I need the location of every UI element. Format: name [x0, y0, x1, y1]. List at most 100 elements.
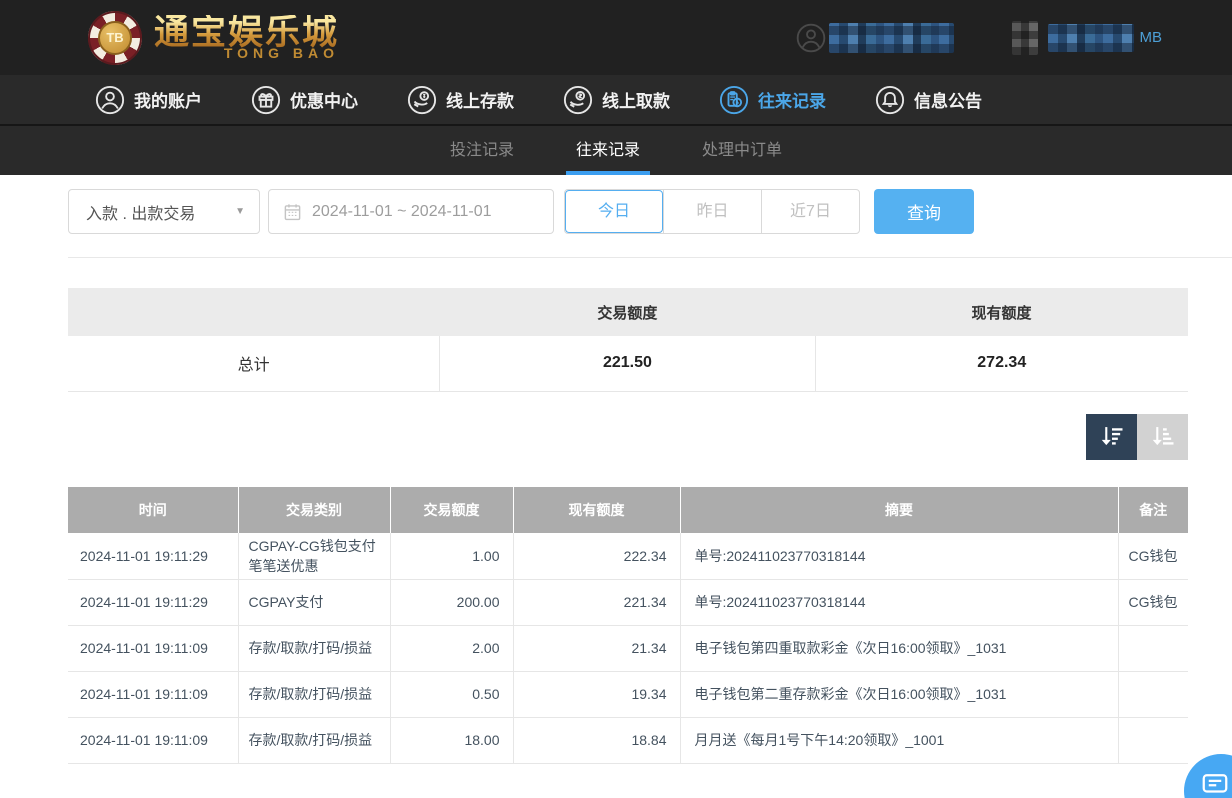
- table-header-row: 时间 交易类别 交易额度 现有额度 摘要 备注: [68, 487, 1188, 533]
- col-header-time: 时间: [68, 487, 238, 533]
- cell-type: 存款/取款/打码/损益: [238, 625, 390, 671]
- cell-note: [1118, 625, 1188, 671]
- deposit-icon: [407, 85, 437, 115]
- nav-item-announcements[interactable]: 信息公告: [875, 85, 982, 115]
- nav-label: 优惠中心: [290, 87, 358, 112]
- cell-amount: 200.00: [390, 579, 513, 625]
- nav-label: 往来记录: [758, 87, 826, 112]
- brand-title-en: TONG BAO: [154, 46, 339, 60]
- nav-label: 我的账户: [134, 87, 202, 112]
- section-divider: [68, 257, 1232, 258]
- summary-header-empty: [68, 288, 440, 336]
- bell-icon: [875, 85, 905, 115]
- table-row: 2024-11-01 19:11:09 存款/取款/打码/损益 18.00 18…: [68, 717, 1188, 763]
- col-header-balance: 现有额度: [513, 487, 680, 533]
- quick-range-yesterday[interactable]: 昨日: [663, 190, 761, 233]
- summary-total-label: 总计: [68, 336, 440, 391]
- nav-label: 线上存款: [446, 87, 514, 112]
- quick-range-last7days[interactable]: 近7日: [761, 190, 859, 233]
- cell-time: 2024-11-01 19:11:29: [68, 533, 238, 580]
- quick-range-group: 今日 昨日 近7日: [564, 189, 860, 234]
- cell-balance: 19.34: [513, 671, 680, 717]
- withdraw-icon: [563, 85, 593, 115]
- summary-table: 交易额度 现有额度 总计 221.50 272.34: [68, 288, 1188, 392]
- sort-descending-button[interactable]: [1086, 414, 1137, 460]
- sort-ascending-button[interactable]: [1137, 414, 1188, 460]
- cell-type: CGPAY支付: [238, 579, 390, 625]
- nav-item-promotions[interactable]: 优惠中心: [251, 85, 358, 115]
- top-header: TB 通宝娱乐城 TONG BAO MB: [0, 0, 1232, 75]
- tab-pending-orders[interactable]: 处理中订单: [688, 126, 796, 175]
- cell-amount: 18.00: [390, 717, 513, 763]
- summary-balance-total: 272.34: [815, 336, 1188, 391]
- cell-time: 2024-11-01 19:11:09: [68, 717, 238, 763]
- nav-item-online-deposit[interactable]: 线上存款: [407, 85, 514, 115]
- sort-controls: [0, 414, 1188, 460]
- calendar-icon: [283, 202, 302, 221]
- col-header-type: 交易类别: [238, 487, 390, 533]
- tab-transaction-records[interactable]: 往来记录: [562, 126, 654, 175]
- chat-icon: [1200, 769, 1230, 798]
- table-row: 2024-11-01 19:11:29 CGPAY-CG钱包支付笔笔送优惠 1.…: [68, 533, 1188, 580]
- cell-summary: 电子钱包第二重存款彩金《次日16:00领取》_1031: [680, 671, 1118, 717]
- gift-icon: [251, 85, 281, 115]
- cell-type: 存款/取款/打码/损益: [238, 717, 390, 763]
- page: TB 通宝娱乐城 TONG BAO MB: [0, 0, 1232, 798]
- tab-betting-records[interactable]: 投注记录: [436, 126, 528, 175]
- censored-wallet-icon: [1012, 21, 1038, 55]
- cell-note: [1118, 717, 1188, 763]
- summary-row: 总计 221.50 272.34: [68, 336, 1188, 391]
- cell-summary: 电子钱包第四重取款彩金《次日16:00领取》_1031: [680, 625, 1118, 671]
- cell-note: CG钱包: [1118, 579, 1188, 625]
- cell-amount: 0.50: [390, 671, 513, 717]
- chevron-down-icon: ▼: [235, 206, 245, 217]
- search-button[interactable]: 查询: [874, 189, 974, 234]
- col-header-summary: 摘要: [680, 487, 1118, 533]
- censored-username: [829, 23, 954, 53]
- table-row: 2024-11-01 19:11:09 存款/取款/打码/损益 2.00 21.…: [68, 625, 1188, 671]
- cell-time: 2024-11-01 19:11:09: [68, 671, 238, 717]
- summary-transaction-total: 221.50: [440, 336, 815, 391]
- summary-header-balance: 现有额度: [815, 288, 1188, 336]
- cell-amount: 1.00: [390, 533, 513, 580]
- cell-summary: 单号:202411023770318144: [680, 579, 1118, 625]
- cell-amount: 2.00: [390, 625, 513, 671]
- cell-summary: 月月送《每月1号下午14:20领取》_1001: [680, 717, 1118, 763]
- user-avatar-icon: [795, 22, 827, 54]
- nav-item-online-withdraw[interactable]: 线上取款: [563, 85, 670, 115]
- col-header-note: 备注: [1118, 487, 1188, 533]
- cell-type: 存款/取款/打码/损益: [238, 671, 390, 717]
- filter-bar: 入款 . 出款交易 ▼ 2024-11-01 ~ 2024-11-01 今日 昨…: [68, 189, 1232, 234]
- date-range-input[interactable]: 2024-11-01 ~ 2024-11-01: [268, 189, 554, 234]
- table-body: 2024-11-01 19:11:29 CGPAY-CG钱包支付笔笔送优惠 1.…: [68, 533, 1188, 764]
- cell-balance: 18.84: [513, 717, 680, 763]
- user-info: MB: [795, 21, 1163, 55]
- brand-logo[interactable]: TB 通宝娱乐城 TONG BAO: [88, 11, 339, 65]
- quick-range-today[interactable]: 今日: [565, 190, 663, 233]
- content: 入款 . 出款交易 ▼ 2024-11-01 ~ 2024-11-01 今日 昨…: [0, 175, 1232, 764]
- poker-chip-icon: TB: [88, 11, 142, 65]
- chip-label: TB: [98, 21, 132, 55]
- cell-type: CGPAY-CG钱包支付笔笔送优惠: [238, 533, 390, 580]
- table-row: 2024-11-01 19:11:29 CGPAY支付 200.00 221.3…: [68, 579, 1188, 625]
- date-range-value: 2024-11-01 ~ 2024-11-01: [312, 203, 492, 221]
- cell-balance: 222.34: [513, 533, 680, 580]
- nav-label: 信息公告: [914, 87, 982, 112]
- transactions-table: 时间 交易类别 交易额度 现有额度 摘要 备注 2024-11-01 19:11…: [68, 487, 1188, 764]
- type-select-value: 入款 . 出款交易: [86, 200, 195, 224]
- sub-tabs: 投注记录 往来记录 处理中订单: [0, 126, 1232, 175]
- records-icon: [719, 85, 749, 115]
- cell-note: [1118, 671, 1188, 717]
- cell-balance: 221.34: [513, 579, 680, 625]
- cell-note: CG钱包: [1118, 533, 1188, 580]
- balance-unit: MB: [1140, 29, 1163, 46]
- summary-header-transaction: 交易额度: [440, 288, 815, 336]
- table-row: 2024-11-01 19:11:09 存款/取款/打码/损益 0.50 19.…: [68, 671, 1188, 717]
- nav-label: 线上取款: [602, 87, 670, 112]
- censored-balance: [1048, 24, 1134, 52]
- user-icon: [95, 85, 125, 115]
- nav-item-transaction-records[interactable]: 往来记录: [719, 85, 826, 115]
- transaction-type-select[interactable]: 入款 . 出款交易 ▼: [68, 189, 260, 234]
- nav-item-my-account[interactable]: 我的账户: [95, 85, 202, 115]
- cell-summary: 单号:202411023770318144: [680, 533, 1118, 580]
